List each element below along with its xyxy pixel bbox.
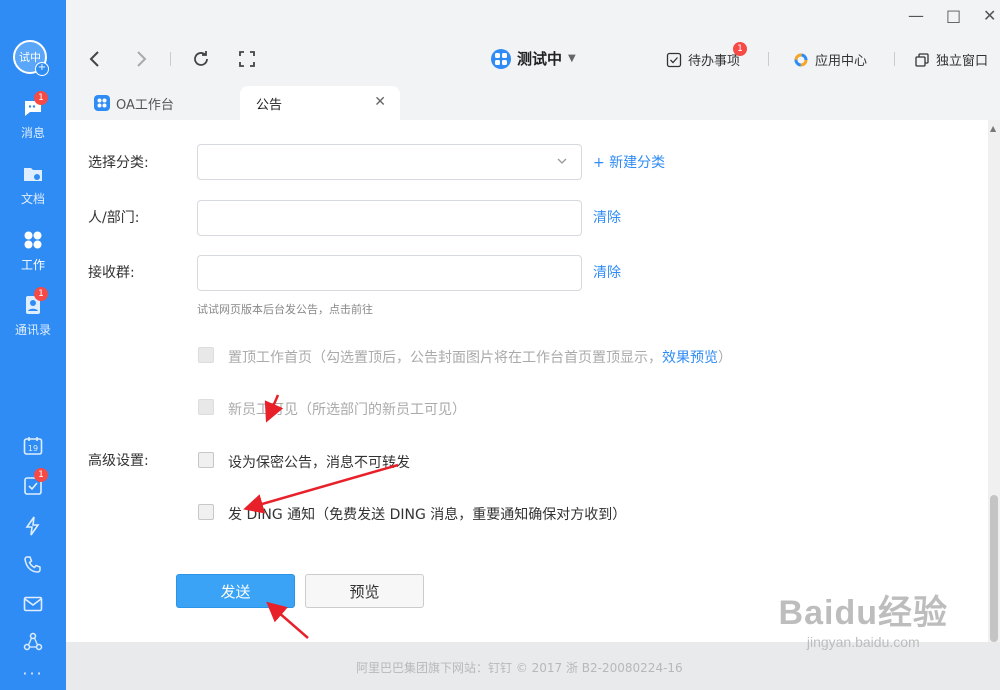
sidebar-item-label: 文档 <box>20 192 45 206</box>
todo-label: 待办事项 <box>688 54 741 69</box>
todo-button[interactable]: 待办事项 <box>666 50 740 69</box>
scroll-thumb[interactable] <box>990 495 998 642</box>
fullscreen-icon[interactable] <box>236 48 258 70</box>
close-tab-icon[interactable]: ✕ <box>374 94 386 110</box>
sidebar-item-work[interactable]: 工作 <box>0 228 66 273</box>
confidential-checkbox[interactable] <box>198 452 214 468</box>
standalone-window-button[interactable]: 独立窗口 <box>914 50 988 69</box>
contacts-badge: 1 <box>34 287 48 301</box>
send-button[interactable]: 发送 <box>176 574 295 608</box>
messages-badge: 1 <box>34 91 48 105</box>
person-department-input[interactable] <box>197 200 582 236</box>
receive-group-label: 接收群: <box>88 265 135 281</box>
todo-badge: 1 <box>34 468 48 482</box>
org-logo-icon <box>491 48 511 69</box>
network-icon[interactable] <box>21 630 45 654</box>
standalone-label: 独立窗口 <box>936 54 989 69</box>
org-name: 测试中 <box>517 50 563 68</box>
left-sidebar: 试中 + 消息 1 文档 工作 通讯录 1 19 1 ··· <box>0 0 66 690</box>
effect-preview-link[interactable]: 效果预览 <box>662 350 718 366</box>
top-divider <box>768 52 769 66</box>
tab-label: OA工作台 <box>116 97 174 113</box>
preview-button[interactable]: 预览 <box>305 574 424 608</box>
app-center-icon <box>794 53 808 66</box>
sidebar-item-label: 工作 <box>20 258 45 272</box>
pin-text: 置顶工作首页（勾选置顶后，公告封面图片将在工作台首页置顶显示， <box>228 350 662 366</box>
app-center-button[interactable]: 应用中心 <box>793 50 867 69</box>
sidebar-item-label: 通讯录 <box>14 323 51 337</box>
refresh-icon[interactable] <box>190 48 212 70</box>
category-label: 选择分类: <box>88 155 149 171</box>
person-department-label: 人/部门: <box>88 210 140 226</box>
new-category-link[interactable]: + 新建分类 <box>593 152 665 172</box>
clear-group-link[interactable]: 清除 <box>593 262 621 282</box>
sidebar-item-contacts[interactable]: 通讯录 <box>0 293 66 338</box>
lightning-icon[interactable] <box>21 514 45 538</box>
watermark-logo: Baidu经验 <box>778 594 948 632</box>
copy-window-icon <box>915 52 929 67</box>
todo-top-badge: 1 <box>733 42 747 56</box>
scroll-up-icon[interactable]: ▲ <box>990 124 996 133</box>
tab-announcement[interactable]: 公告 ✕ <box>240 86 400 120</box>
close-window-icon[interactable]: ✕ <box>983 6 996 25</box>
plus-icon: + <box>35 62 49 76</box>
minimize-icon[interactable]: — <box>908 6 924 25</box>
footer-text: 阿里巴巴集团旗下网站：钉钉 © 2017 浙 B2-20080224-16 <box>356 661 683 675</box>
receive-group-input[interactable] <box>197 255 582 291</box>
mail-icon[interactable] <box>21 592 45 616</box>
ding-checkbox[interactable] <box>198 504 214 520</box>
back-icon[interactable] <box>84 48 106 70</box>
app-center-label: 应用中心 <box>815 54 868 69</box>
advanced-settings-label: 高级设置: <box>88 453 149 469</box>
forward-icon[interactable] <box>130 48 152 70</box>
check-square-icon <box>666 52 682 67</box>
calendar-day: 19 <box>28 444 38 453</box>
tab-oa-workbench[interactable]: OA工作台 <box>94 86 174 120</box>
sidebar-item-docs[interactable]: 文档 <box>0 162 66 207</box>
chevron-down-icon <box>557 158 567 164</box>
watermark-url: jingyan.baidu.com <box>806 634 920 650</box>
nav-divider <box>170 52 171 66</box>
pin-option: 置顶工作首页（勾选置顶后，公告封面图片将在工作台首页置顶显示，效果预览） <box>228 347 732 367</box>
org-switcher[interactable]: 测试中 ▼ <box>491 48 576 69</box>
oa-app-icon <box>94 95 110 111</box>
announcement-form: 选择分类: + 新建分类 人/部门: 清除 接收群: 清除 试试网页版本后台发公… <box>66 120 988 642</box>
new-staff-checkbox[interactable] <box>198 399 214 415</box>
vertical-scrollbar[interactable]: ▲ <box>988 120 1000 642</box>
pin-checkbox[interactable] <box>198 347 214 363</box>
maximize-icon[interactable]: □ <box>946 6 961 25</box>
ding-text: 发 DING 通知（免费发送 DING 消息，重要通知确保对方收到） <box>228 507 627 523</box>
sidebar-item-label: 消息 <box>20 126 45 140</box>
clear-person-link[interactable]: 清除 <box>593 207 621 227</box>
folder-icon <box>24 168 42 181</box>
sidebar-item-messages[interactable]: 消息 <box>0 96 66 141</box>
calendar-icon[interactable]: 19 <box>21 434 45 458</box>
top-divider <box>894 52 895 66</box>
category-select[interactable] <box>197 144 582 180</box>
pin-text-end: ） <box>718 350 732 366</box>
top-bar: — □ ✕ 测试中 ▼ 待办事项 1 应用中心 独立窗口 <box>66 0 1000 86</box>
caret-down-icon: ▼ <box>568 53 576 64</box>
tab-label: 公告 <box>256 97 283 113</box>
confidential-text: 设为保密公告，消息不可转发 <box>228 455 410 471</box>
baidu-jingyan-watermark: Baidu经验 jingyan.baidu.com <box>779 585 948 650</box>
web-version-hint[interactable]: 试试网页版本后台发公告，点击前往 <box>197 301 373 317</box>
new-staff-text: 新员工可见（所选部门的新员工可见） <box>228 402 466 418</box>
more-icon[interactable]: ··· <box>0 664 66 683</box>
grid-icon <box>24 231 42 249</box>
avatar[interactable]: 试中 + <box>13 40 49 76</box>
phone-icon[interactable] <box>21 553 45 577</box>
